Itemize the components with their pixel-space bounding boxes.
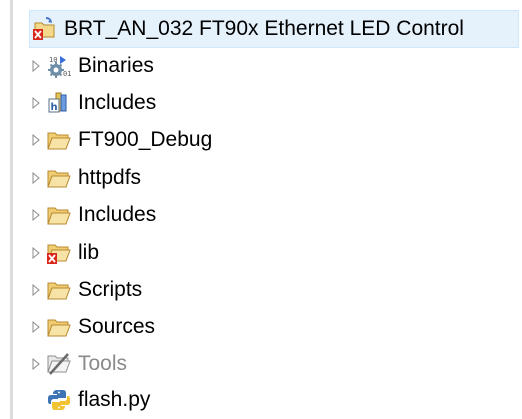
excluded-folder-icon: [46, 352, 72, 376]
tree-item-ft900-debug[interactable]: FT900_Debug: [26, 123, 212, 157]
tree-item-tools[interactable]: Tools: [26, 347, 127, 381]
tree-root-project[interactable]: BRT_AN_032 FT90x Ethernet LED Control: [29, 10, 519, 48]
expand-arrow-icon[interactable]: [26, 247, 46, 259]
tree-item-label: lib: [78, 241, 100, 264]
tree-item-label: Includes: [78, 203, 157, 226]
tree-item-label: flash.py: [78, 388, 151, 411]
project-error-icon: [32, 17, 58, 41]
expand-arrow-icon[interactable]: [26, 60, 46, 72]
binaries-icon: 10 01: [46, 54, 72, 78]
expand-arrow-icon[interactable]: [26, 134, 46, 146]
folder-error-icon: [46, 241, 72, 265]
tree-item-label: Tools: [78, 352, 128, 375]
tree-item-flash-py[interactable]: flash.py: [46, 383, 150, 417]
svg-text:h: h: [51, 102, 58, 113]
tree-item-label: Scripts: [78, 278, 143, 301]
tree-item-includes-library[interactable]: h Includes: [26, 86, 156, 120]
folder-icon: [46, 166, 72, 190]
tree-item-label: httpdfs: [78, 166, 142, 189]
tree-item-lib[interactable]: lib: [26, 236, 99, 270]
svg-text:01: 01: [63, 70, 71, 78]
tree-item-includes-folder[interactable]: Includes: [26, 198, 156, 232]
expand-arrow-icon[interactable]: [26, 172, 46, 184]
tree-item-label: Includes: [78, 91, 157, 114]
tree-item-scripts[interactable]: Scripts: [26, 273, 142, 307]
tree-item-label: FT900_Debug: [78, 128, 213, 151]
folder-icon: [46, 203, 72, 227]
expand-arrow-icon[interactable]: [26, 209, 46, 221]
expand-arrow-icon[interactable]: [26, 321, 46, 333]
tree-root-label: BRT_AN_032 FT90x Ethernet LED Control: [64, 17, 464, 40]
expand-arrow-icon[interactable]: [26, 358, 46, 370]
tree-item-label: Sources: [78, 315, 156, 338]
python-file-icon: [46, 388, 72, 412]
project-explorer-tree: BRT_AN_032 FT90x Ethernet LED Control 10…: [0, 0, 522, 419]
tree-item-sources[interactable]: Sources: [26, 310, 155, 344]
includes-library-icon: h: [46, 91, 72, 115]
folder-icon: [46, 128, 72, 152]
expand-arrow-icon[interactable]: [26, 284, 46, 296]
tree-item-httpdfs[interactable]: httpdfs: [26, 161, 141, 195]
tree-item-binaries[interactable]: 10 01 Binaries: [26, 49, 154, 83]
tree-item-label: Binaries: [78, 54, 154, 77]
folder-icon: [46, 315, 72, 339]
folder-icon: [46, 278, 72, 302]
expand-arrow-icon[interactable]: [26, 97, 46, 109]
